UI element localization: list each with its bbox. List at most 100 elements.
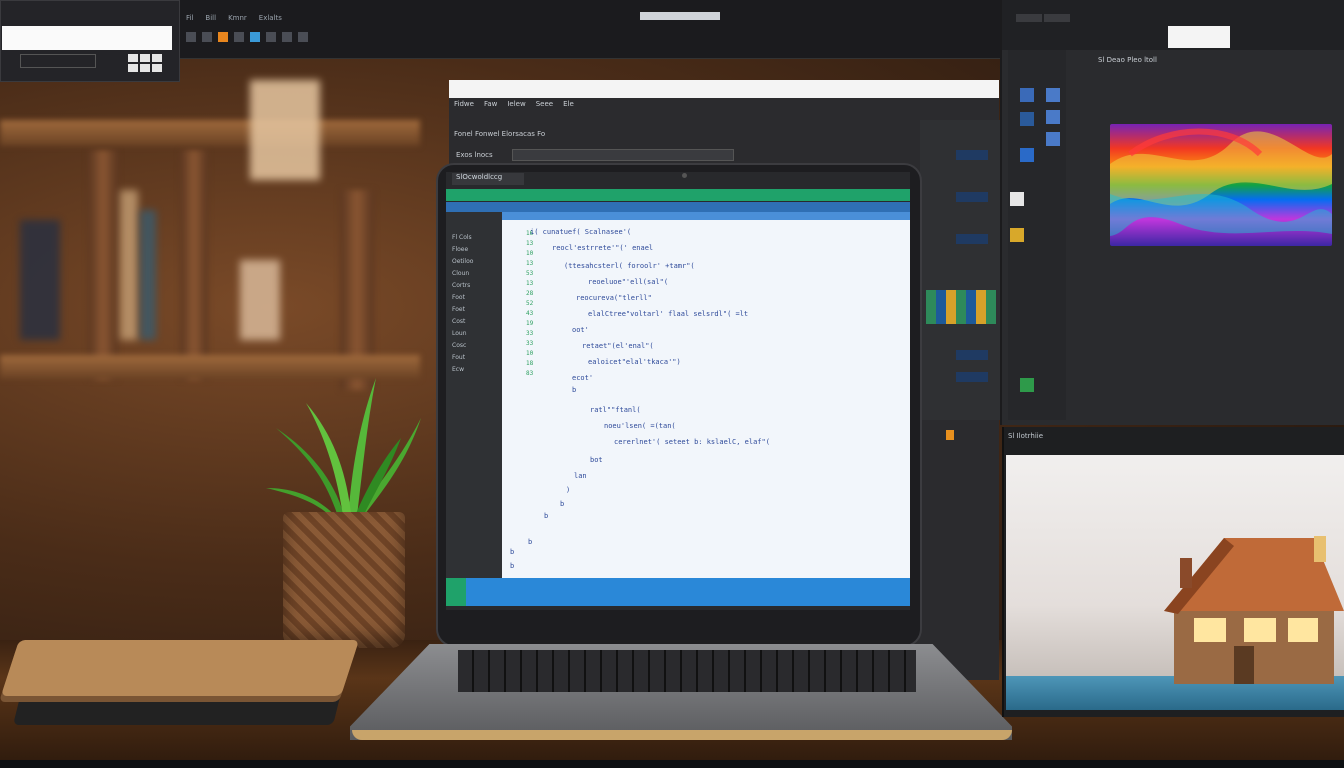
shelf-post bbox=[180, 150, 208, 380]
orange-marker-icon bbox=[946, 430, 954, 440]
line-number: 10 bbox=[526, 250, 534, 257]
toolbar-menu-item[interactable]: Bill bbox=[205, 14, 216, 22]
toolbar-field[interactable] bbox=[640, 12, 720, 20]
file-explorer-sidebar: Fl Cols Floee Oetiloo Cloun Cortrs Foot … bbox=[446, 212, 502, 578]
panel-button[interactable] bbox=[956, 234, 988, 244]
panel-button[interactable] bbox=[956, 150, 988, 160]
tool-thumbnail[interactable] bbox=[1010, 192, 1024, 206]
file-item[interactable]: Ecw bbox=[452, 366, 464, 373]
toolbar-menu-item[interactable]: Fil bbox=[186, 14, 193, 22]
menu-item[interactable]: Ele bbox=[563, 100, 574, 108]
file-item[interactable]: Cost bbox=[452, 318, 465, 325]
color-swatch[interactable] bbox=[128, 64, 138, 72]
file-item[interactable]: Loun bbox=[452, 330, 467, 337]
tool-icon[interactable] bbox=[218, 32, 228, 42]
menu-item[interactable]: Faw bbox=[484, 100, 497, 108]
color-swatch[interactable] bbox=[140, 64, 150, 72]
tool-thumbnail[interactable] bbox=[1046, 88, 1060, 102]
code-line: ealoicet"elal'tkaca'") bbox=[588, 358, 681, 366]
tool-icon[interactable] bbox=[186, 32, 196, 42]
mini-panel-input[interactable] bbox=[20, 54, 96, 68]
webcam bbox=[682, 173, 687, 178]
code-line: reoeluoe"'ell(sal"( bbox=[588, 278, 669, 286]
color-swatch[interactable] bbox=[140, 54, 150, 62]
tool-icon[interactable] bbox=[298, 32, 308, 42]
background-editor-path: Exos lnocs bbox=[456, 151, 493, 159]
tool-thumbnail[interactable] bbox=[1046, 110, 1060, 124]
menu-item[interactable]: Ielew bbox=[507, 100, 525, 108]
line-number: 19 bbox=[526, 320, 534, 327]
file-item[interactable]: Floee bbox=[452, 246, 468, 253]
tool-thumbnail[interactable] bbox=[1020, 148, 1034, 162]
plant-pot bbox=[283, 512, 405, 648]
code-line: reocureva("tlerll" bbox=[576, 294, 652, 302]
tool-icon[interactable] bbox=[202, 32, 212, 42]
tool-thumbnail[interactable] bbox=[1020, 88, 1034, 102]
line-number: 13 bbox=[526, 240, 534, 247]
tool-thumbnail[interactable] bbox=[1020, 378, 1034, 392]
line-number: 13 bbox=[526, 260, 534, 267]
file-item[interactable]: Foot bbox=[452, 294, 465, 301]
tool-icon[interactable] bbox=[250, 32, 260, 42]
code-line: retaet"(el'enal"( bbox=[582, 342, 654, 350]
blurred-book bbox=[250, 80, 320, 180]
design-app-button[interactable] bbox=[1016, 14, 1042, 22]
mini-panel-field[interactable] bbox=[2, 26, 172, 50]
code-line: ) bbox=[566, 486, 571, 494]
tool-icon[interactable] bbox=[282, 32, 292, 42]
tool-thumbnail[interactable] bbox=[1010, 228, 1024, 242]
design-app-search-field[interactable] bbox=[1168, 26, 1230, 48]
design-app-button[interactable] bbox=[1044, 14, 1070, 22]
color-swatch[interactable] bbox=[128, 54, 138, 62]
background-editor-path-field[interactable] bbox=[512, 149, 734, 161]
editor-status-bar bbox=[446, 578, 910, 606]
file-item[interactable]: Cosc bbox=[452, 342, 466, 349]
code-line: b bbox=[510, 562, 515, 570]
line-number: 10 bbox=[526, 350, 534, 357]
background-editor-menu: Fidwe Faw Ielew Seee Ele bbox=[454, 100, 574, 108]
color-swatch[interactable] bbox=[152, 64, 162, 72]
color-swatch[interactable] bbox=[152, 54, 162, 62]
swatch-grid bbox=[128, 54, 162, 72]
line-number: 33 bbox=[526, 340, 534, 347]
design-panel-title: Sl Deao Pleo ltoll bbox=[1098, 56, 1157, 64]
file-item[interactable]: Cloun bbox=[452, 270, 469, 277]
editor-tab-bar[interactable] bbox=[446, 202, 910, 212]
tool-icon[interactable] bbox=[234, 32, 244, 42]
panel-button[interactable] bbox=[956, 192, 988, 202]
file-item[interactable]: Oetiloo bbox=[452, 258, 473, 265]
line-number: 52 bbox=[526, 300, 534, 307]
file-item[interactable]: Cortrs bbox=[452, 282, 470, 289]
code-line: b bbox=[560, 500, 565, 508]
panel-button[interactable] bbox=[956, 372, 988, 382]
status-bar-remote-indicator[interactable] bbox=[446, 578, 466, 606]
code-line: ecot' bbox=[572, 374, 594, 382]
layer-thumbnails[interactable] bbox=[926, 290, 996, 324]
toolbar-menu-item[interactable]: Exlalts bbox=[259, 14, 282, 22]
menu-item[interactable]: Seee bbox=[536, 100, 553, 108]
toolbar-menu-item[interactable]: Kmnr bbox=[228, 14, 247, 22]
code-editor-area[interactable]: 16 13 10 13 53 13 28 52 43 19 33 33 10 1… bbox=[502, 220, 910, 578]
code-line: cererlnet'( seteet b: kslaelC, elaf"( bbox=[614, 438, 770, 446]
preview-window-title: Sl Ilotrhiie bbox=[1008, 432, 1044, 440]
file-item[interactable]: Foet bbox=[452, 306, 465, 313]
code-line: oot' bbox=[572, 326, 589, 334]
menu-item[interactable]: Fidwe bbox=[454, 100, 474, 108]
code-line: i( cunatuef( Scalnasee'( bbox=[530, 228, 632, 236]
tool-thumbnail[interactable] bbox=[1020, 112, 1034, 126]
tool-thumbnail[interactable] bbox=[1046, 132, 1060, 146]
line-number: 83 bbox=[526, 370, 534, 377]
background-editor-toolbar-text: Fonel Fonwel Elorsacas Fo bbox=[454, 130, 546, 138]
bottom-frame-strip bbox=[0, 760, 1344, 768]
file-item[interactable]: Fl Cols bbox=[452, 234, 472, 241]
tool-icon[interactable] bbox=[266, 32, 276, 42]
blurred-book bbox=[140, 210, 156, 340]
file-item[interactable]: Fout bbox=[452, 354, 465, 361]
editor-active-tab[interactable] bbox=[500, 212, 910, 220]
background-editor-titlebar bbox=[449, 80, 999, 98]
code-line: (ttesahcsterl( foroolr' +tamr"( bbox=[564, 262, 695, 270]
shelf-post bbox=[88, 150, 118, 380]
panel-button[interactable] bbox=[956, 350, 988, 360]
blurred-book bbox=[240, 260, 280, 340]
code-line: b bbox=[528, 538, 533, 546]
